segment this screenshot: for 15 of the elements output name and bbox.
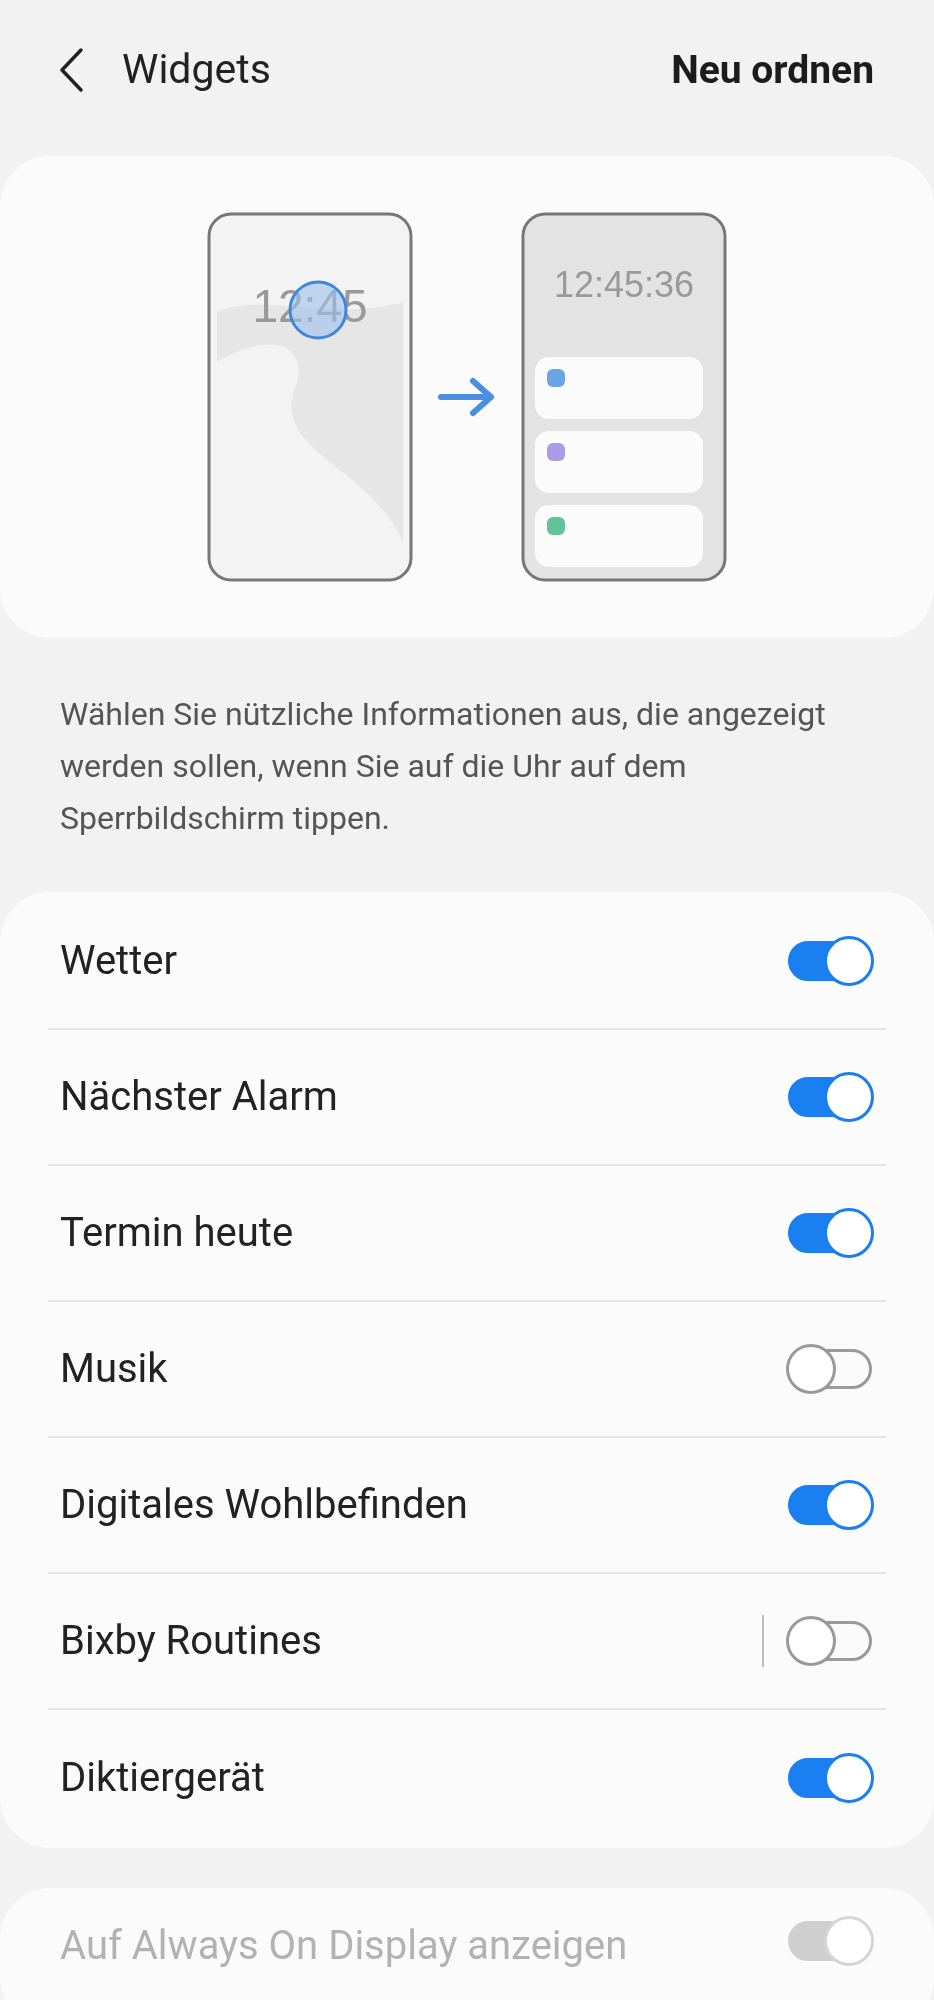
- toggle-switch[interactable]: [786, 1616, 874, 1666]
- arrow-icon: [437, 375, 497, 419]
- description-text: Wählen Sie nützliche Informationen aus, die angezeigt werden sollen, wenn Sie auf die Uhr auf dem Sperrbildschirm tippen.: [59, 694, 827, 839]
- widget-label: Diktiergerät: [60, 1753, 265, 1803]
- widget-label: Wetter: [60, 936, 178, 986]
- widget-label: Bixby Routines: [60, 1616, 322, 1666]
- widget-label: Termin heute: [60, 1208, 294, 1258]
- page-title: Widgets: [122, 44, 271, 96]
- widget-label: Digitales Wohlbefinden: [60, 1480, 468, 1530]
- widget-label: Nächster Alarm: [60, 1072, 338, 1122]
- phone-drawing: 12:45:36: [521, 212, 727, 582]
- toggle-switch[interactable]: [786, 1344, 874, 1394]
- widget-label: Musik: [60, 1344, 168, 1394]
- setting-label: Auf Always On Display anzeigen: [60, 1921, 628, 1971]
- reorder-button[interactable]: Neu ordnen: [671, 40, 874, 100]
